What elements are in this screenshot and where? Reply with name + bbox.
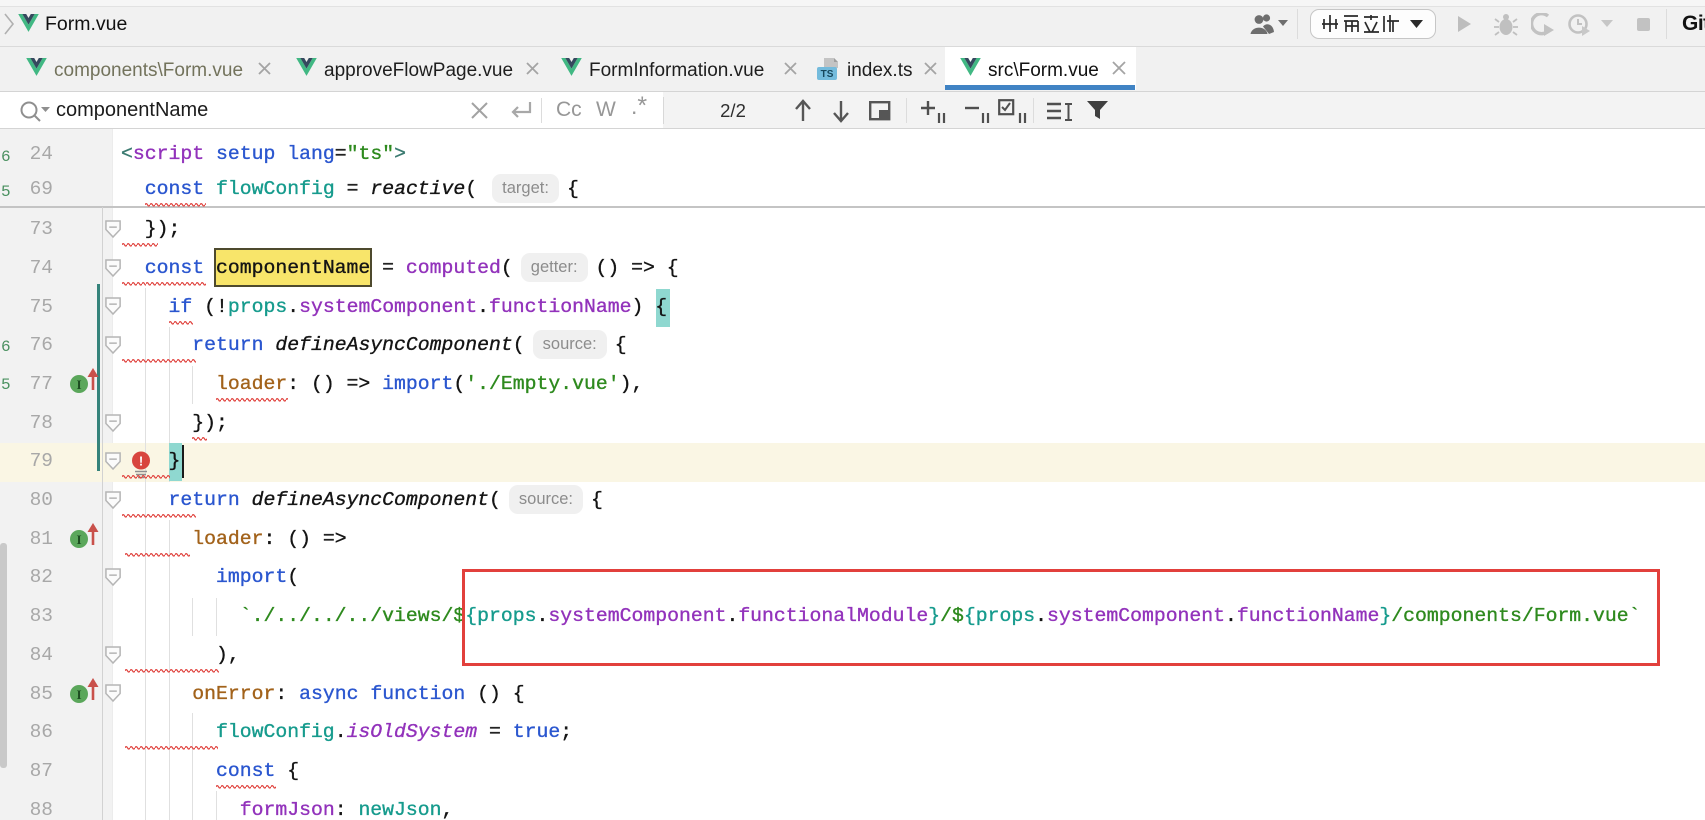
svg-text:I: I	[76, 377, 81, 392]
svg-text:I: I	[76, 532, 81, 547]
svg-text:!: !	[139, 454, 143, 469]
svg-text:I: I	[76, 687, 81, 702]
svg-text:TS: TS	[821, 69, 834, 80]
